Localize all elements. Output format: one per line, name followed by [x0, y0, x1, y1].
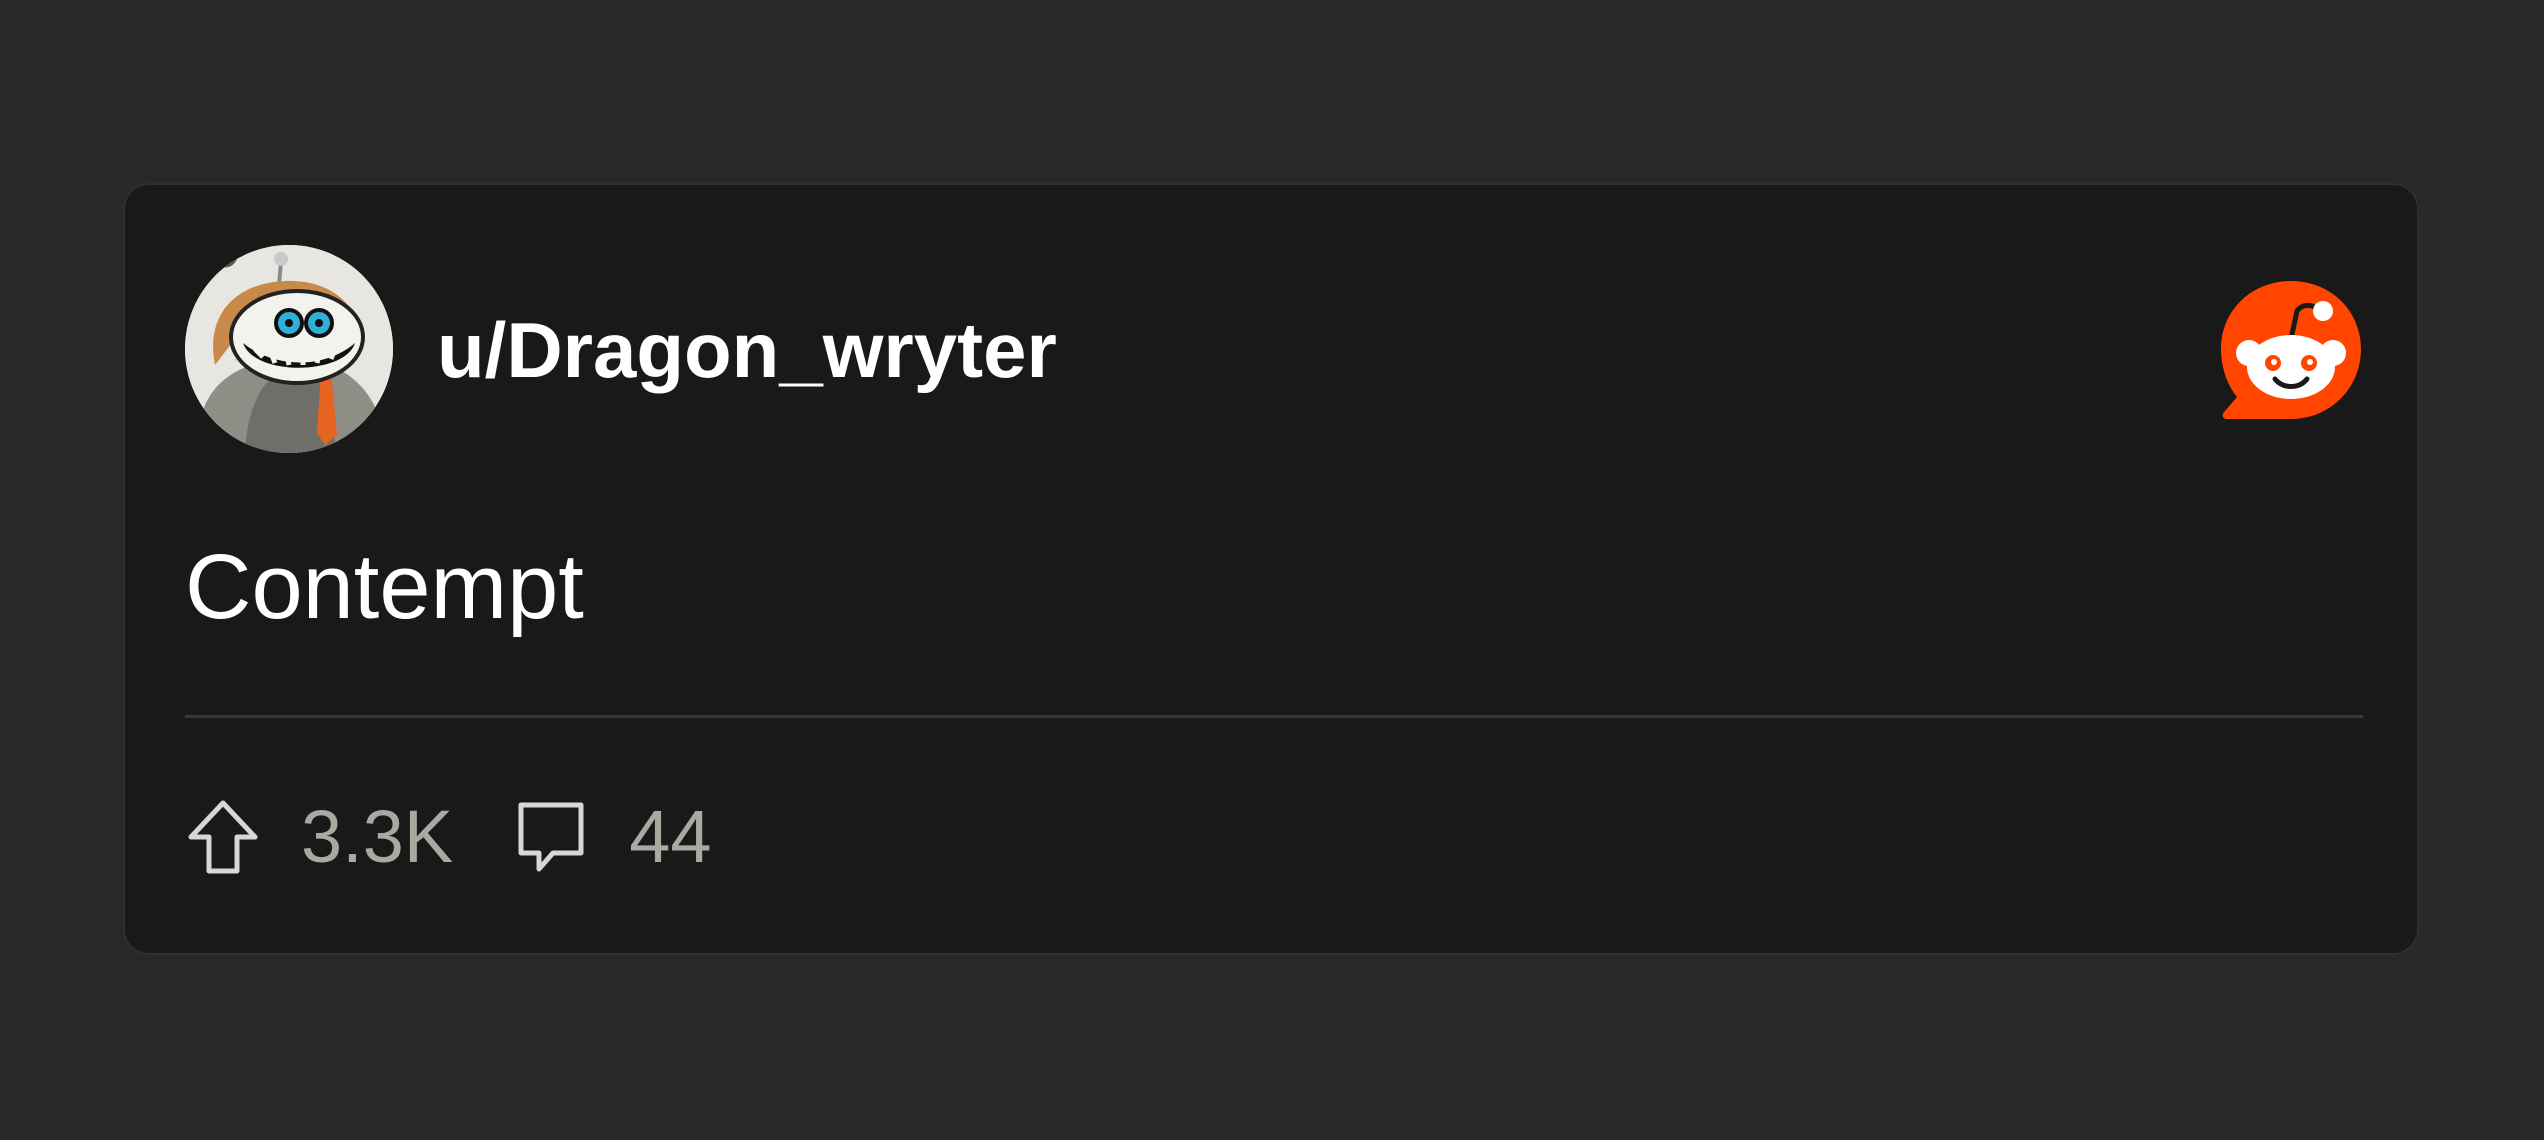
post-title[interactable]: Contempt [185, 541, 584, 633]
upvote-arrow-icon[interactable] [185, 797, 261, 877]
user-avatar[interactable] [185, 245, 393, 453]
divider [185, 715, 2363, 718]
username[interactable]: u/Dragon_wryter [437, 311, 1057, 389]
post-stats: 3.3K 44 [185, 797, 712, 877]
comment-count: 44 [629, 795, 712, 878]
upvote-count: 3.3K [301, 795, 454, 878]
comment-bubble-icon[interactable] [513, 797, 589, 877]
post-card[interactable]: u/Dragon_wryter Contempt 3.3K 44 [123, 183, 2419, 955]
reddit-logo-icon [2219, 279, 2363, 423]
